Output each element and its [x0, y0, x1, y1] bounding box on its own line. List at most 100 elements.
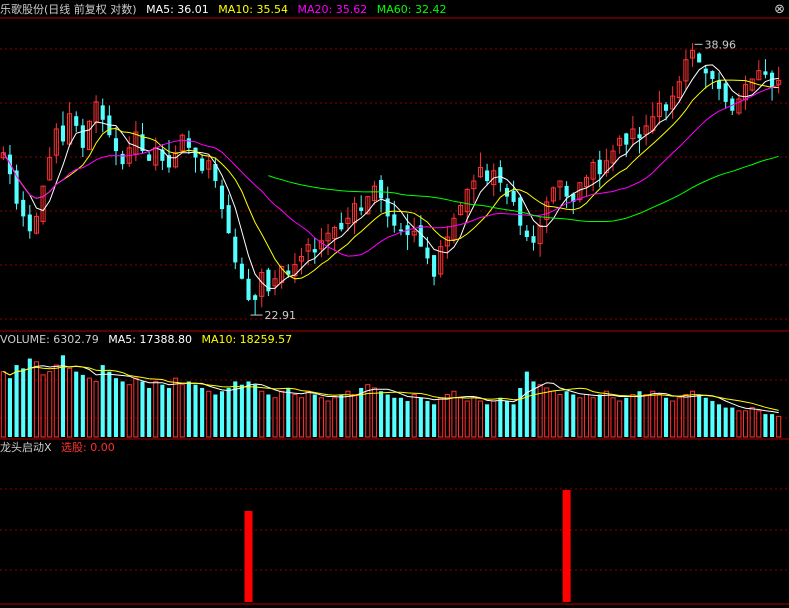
volume-bar-down: [312, 394, 317, 437]
volume-bar-down: [120, 381, 125, 437]
volume-bar-down: [524, 371, 529, 437]
volume-bar-up: [67, 367, 73, 438]
close-icon[interactable]: ⊗: [774, 2, 785, 17]
volume-bar-down: [286, 387, 291, 437]
volume-bar-down: [27, 358, 32, 437]
candle-body-down: [80, 125, 85, 148]
volume-bar-up: [40, 374, 46, 438]
volume-bar-down: [226, 387, 231, 437]
volume-bar-up: [603, 390, 609, 438]
signal-label: 选股: 0.00: [61, 441, 115, 454]
volume-bar-up: [47, 371, 53, 438]
volume-bar-up: [630, 394, 636, 438]
volume-bar-up: [776, 415, 782, 438]
high-label: 38.96: [705, 38, 737, 51]
volume-bar-up: [126, 384, 132, 438]
volume-bar-down: [266, 394, 271, 437]
volume-bar-down: [239, 384, 244, 437]
candle-body-down: [663, 104, 669, 111]
volume-bar-down: [703, 397, 708, 437]
candle-body-down: [74, 116, 79, 126]
volume-bar-up: [491, 400, 497, 438]
volume-bar-up: [590, 397, 596, 438]
volume-bar-down: [379, 391, 384, 437]
volume-bar-up: [444, 394, 450, 438]
volume-bar-up: [617, 400, 623, 438]
volume-panel-header: VOLUME: 6302.79 MA5: 17388.80 MA10: 1825…: [0, 333, 298, 347]
volume-bar-down: [113, 378, 119, 437]
candle-body-down: [425, 247, 430, 259]
candle-body-down: [27, 214, 32, 232]
candle-body-down: [624, 133, 629, 145]
volume-bar-up: [298, 397, 305, 438]
chart-title: 乐歌股份(日线 前复权 对数): [0, 3, 137, 16]
volume-bar-down: [637, 391, 642, 437]
price-panel-header: 乐歌股份(日线 前复权 对数) MA5: 36.01 MA10: 35.54 M…: [0, 3, 452, 17]
ma20-label: MA20: 35.62: [297, 3, 368, 16]
candle-body-down: [432, 255, 437, 277]
volume-bar-up: [550, 390, 556, 438]
volume-bar-down: [498, 397, 503, 437]
volume-ma5-line: [3, 365, 779, 414]
candle-body-down: [498, 167, 503, 183]
volume-bar-up: [206, 390, 212, 438]
candle-body-down: [239, 263, 244, 279]
volume-bar-down: [697, 394, 702, 437]
low-label: 22.91: [265, 309, 297, 322]
candle-body-down: [379, 180, 384, 199]
volume-ma10-label: MA10: 18259.57: [201, 333, 293, 346]
volume-bar-up: [742, 410, 749, 438]
volume-bar-up: [292, 394, 298, 438]
volume-bar-up: [318, 397, 324, 438]
signal-bar: [562, 490, 571, 602]
candle-body-down: [147, 154, 152, 161]
volume-bar-up: [53, 364, 59, 438]
volume-bar-up: [610, 397, 616, 438]
candle-body-down: [219, 185, 225, 210]
volume-bar-down: [398, 397, 403, 437]
candle-body-down: [113, 138, 119, 152]
volume-label: VOLUME: 6302.79: [0, 333, 99, 346]
volume-bar-up: [93, 380, 99, 438]
volume-bar-down: [518, 387, 523, 437]
volume-bar-up: [464, 400, 470, 438]
volume-bar-down: [339, 394, 344, 437]
volume-bar-up: [153, 380, 159, 438]
volume-bar-up: [351, 394, 358, 438]
candle-body-down: [233, 236, 238, 263]
volume-bar-up: [749, 407, 755, 438]
candle-body-down: [186, 138, 191, 148]
candle-body-down: [359, 207, 364, 211]
volume-bar-up: [583, 394, 590, 438]
candle-body-down: [485, 170, 490, 181]
volume-bar-up: [259, 390, 265, 438]
candle-body-down: [564, 185, 569, 197]
volume-bar-down: [385, 394, 390, 437]
volume-bar-up: [365, 384, 371, 438]
candle-body-down: [531, 236, 536, 243]
volume-bar-down: [511, 404, 516, 437]
volume-bar-down: [107, 371, 112, 437]
ma10-label: MA10: 35.54: [218, 3, 289, 16]
volume-bar-down: [432, 404, 437, 437]
candle-body-down: [60, 125, 66, 142]
volume-bar-down: [193, 384, 198, 437]
candle-body-down: [710, 71, 715, 79]
candle-body-down: [246, 278, 251, 300]
candle-body-down: [524, 230, 529, 237]
stock-chart: 38.96 22.91: [0, 17, 789, 605]
candle-body-down: [716, 80, 722, 89]
ma5-line: [2, 64, 779, 289]
volume-bar-down: [80, 374, 85, 437]
volume-bar-down: [7, 378, 12, 437]
volume-bar-up: [86, 377, 93, 438]
candle-body-down: [703, 68, 708, 74]
volume-bar-down: [564, 391, 569, 437]
volume-bar-up: [683, 394, 689, 438]
volume-bar-up: [656, 394, 662, 438]
volume-bar-down: [200, 387, 205, 437]
candle-body-down: [253, 295, 258, 300]
volume-bar-up: [544, 387, 550, 438]
volume-bar-up: [272, 397, 278, 438]
candle-body-down: [312, 249, 317, 253]
